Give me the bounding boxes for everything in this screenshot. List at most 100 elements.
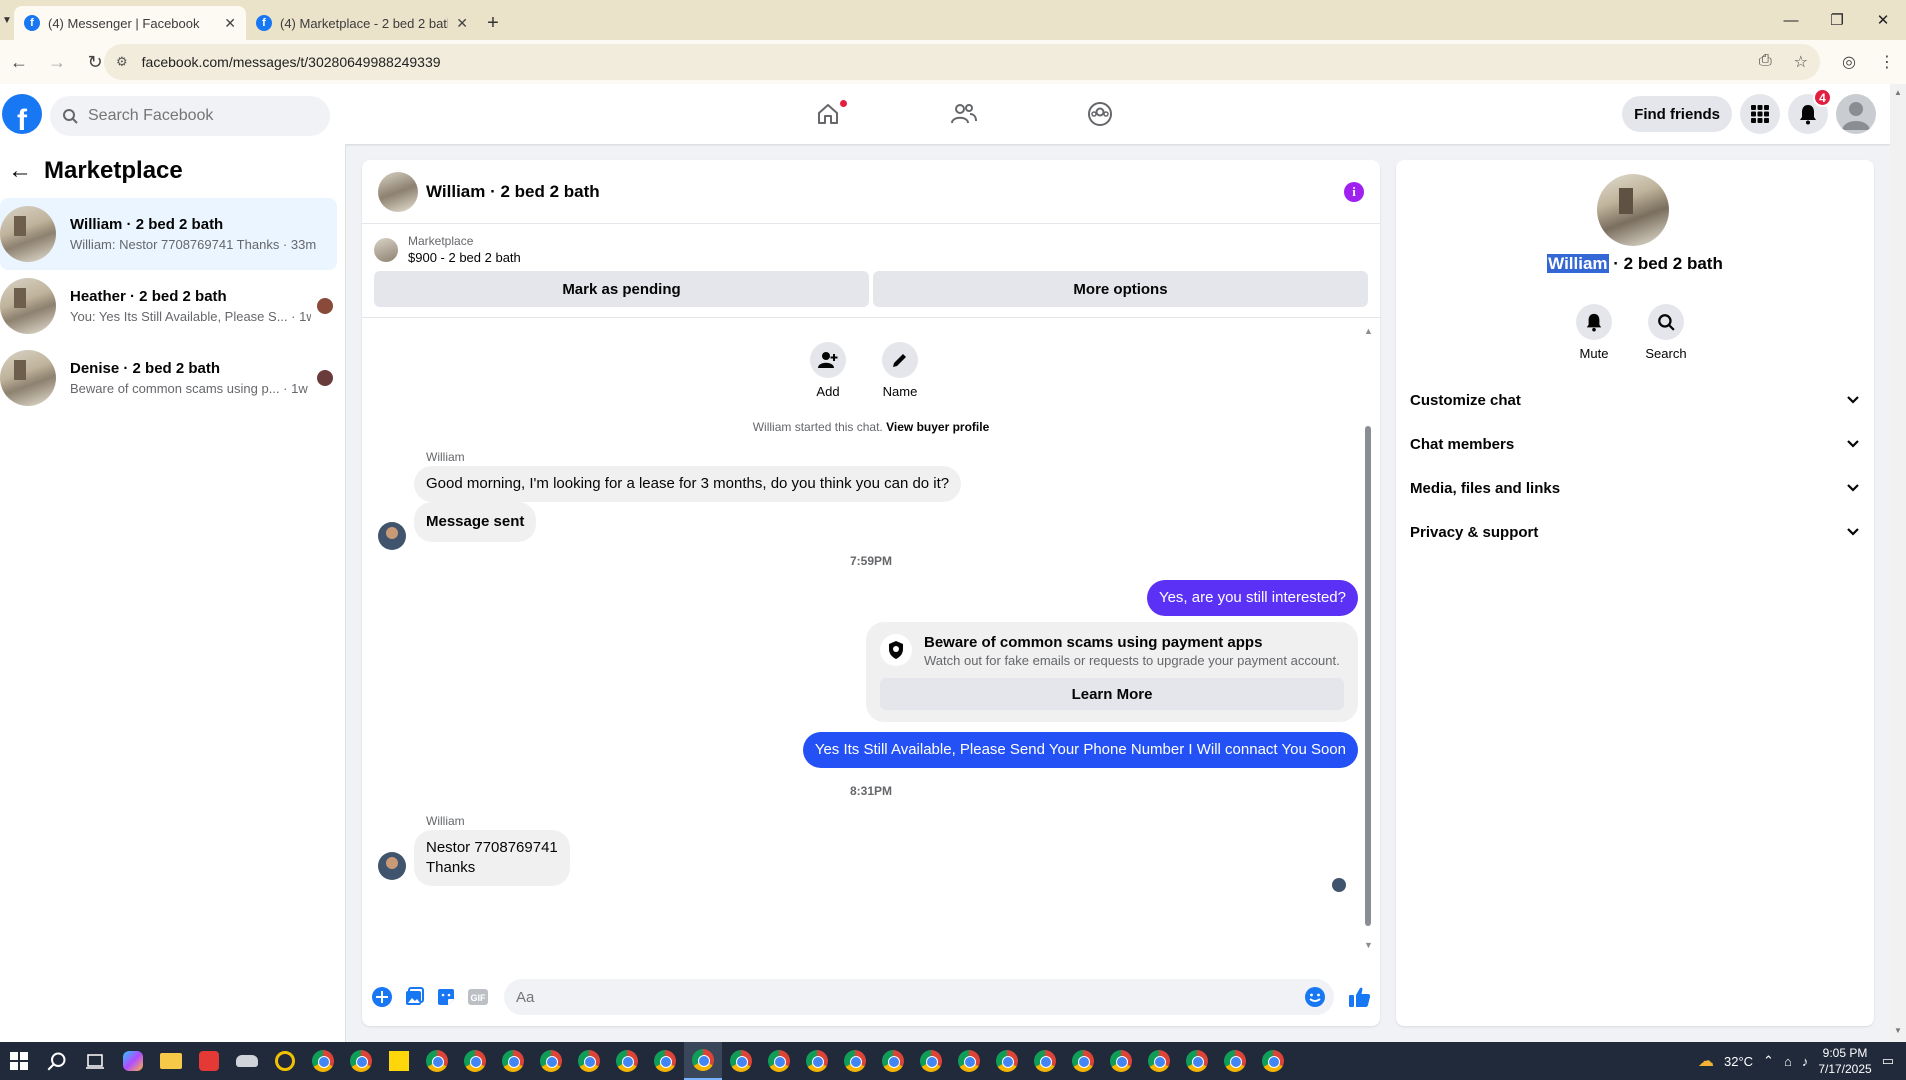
search-input[interactable] <box>88 107 298 125</box>
learn-more-button[interactable]: Learn More <box>880 678 1344 710</box>
file-explorer-app[interactable] <box>152 1042 190 1080</box>
chrome-app[interactable] <box>494 1042 532 1080</box>
back-arrow-icon[interactable]: ← <box>0 43 38 81</box>
task-view-button[interactable] <box>76 1042 114 1080</box>
sticker-button[interactable] <box>434 985 458 1009</box>
chrome-app[interactable] <box>304 1042 342 1080</box>
minimize-icon[interactable]: — <box>1768 0 1814 40</box>
weather-icon[interactable]: ☁ <box>1698 1051 1714 1071</box>
start-button[interactable] <box>0 1042 38 1080</box>
search-in-chat-button[interactable]: Search <box>1642 304 1690 361</box>
chrome-app[interactable] <box>798 1042 836 1080</box>
mark-pending-button[interactable]: Mark as pending <box>374 271 869 307</box>
notifications-button[interactable]: 4 <box>1788 88 1832 134</box>
attach-photo-button[interactable] <box>402 985 426 1009</box>
restore-icon[interactable]: ❐ <box>1814 0 1860 40</box>
site-settings-icon[interactable]: ⚙ <box>116 54 128 70</box>
view-buyer-profile-link[interactable]: View buyer profile <box>886 420 989 434</box>
more-options-button[interactable]: More options <box>873 271 1368 307</box>
home-nav[interactable] <box>760 84 896 144</box>
tab-marketplace[interactable]: f (4) Marketplace - 2 bed 2 bath | ✕ <box>246 6 478 40</box>
chat-title[interactable]: William · 2 bed 2 bath <box>426 182 1344 202</box>
volume-icon[interactable]: ♪ <box>1802 1054 1809 1069</box>
close-window-icon[interactable]: ✕ <box>1860 0 1906 40</box>
chrome-app[interactable] <box>1064 1042 1102 1080</box>
chrome-app[interactable] <box>1140 1042 1178 1080</box>
facebook-logo-icon[interactable]: f <box>2 94 42 134</box>
browser-menu-icon[interactable]: ⋮ <box>1868 52 1906 72</box>
name-chat-button[interactable]: Name <box>876 342 924 399</box>
conversation-item[interactable]: William · 2 bed 2 bath William: Nestor 7… <box>0 198 337 270</box>
more-actions-button[interactable] <box>370 985 394 1009</box>
close-tab-icon[interactable]: ✕ <box>224 15 236 32</box>
chrome-app-active[interactable] <box>684 1042 722 1080</box>
chrome-app[interactable] <box>1102 1042 1140 1080</box>
find-friends-button[interactable]: Find friends <box>1622 96 1732 132</box>
notification-center-icon[interactable]: ▭ <box>1882 1053 1894 1069</box>
account-avatar[interactable] <box>1836 94 1876 134</box>
chrome-app[interactable] <box>342 1042 380 1080</box>
scrollbar-thumb[interactable] <box>1365 426 1371 926</box>
back-arrow-icon[interactable]: ← <box>8 157 32 185</box>
chrome-app[interactable] <box>532 1042 570 1080</box>
tray-overflow-icon[interactable]: ⌃ <box>1763 1053 1774 1069</box>
listing-price[interactable]: $900 - 2 bed 2 bath <box>408 250 521 265</box>
conversation-item[interactable]: Denise · 2 bed 2 bath Beware of common s… <box>0 342 337 414</box>
bookmark-star-icon[interactable]: ☆ <box>1794 52 1808 72</box>
chrome-app[interactable] <box>1178 1042 1216 1080</box>
scroll-down-icon[interactable]: ▼ <box>1364 940 1373 950</box>
page-scrollbar[interactable]: ▲ ▼ <box>1890 84 1906 1042</box>
yellow-app[interactable] <box>266 1042 304 1080</box>
temperature[interactable]: 32°C <box>1724 1054 1753 1069</box>
mute-button[interactable]: Mute <box>1570 304 1618 361</box>
friends-nav[interactable] <box>896 84 1032 144</box>
add-people-button[interactable]: Add <box>804 342 852 399</box>
emoji-icon[interactable] <box>1304 986 1326 1008</box>
chat-scrollbar[interactable]: ▲ ▼ <box>1364 322 1373 952</box>
chrome-app[interactable] <box>988 1042 1026 1080</box>
sender-avatar[interactable] <box>378 522 406 550</box>
outgoing-message[interactable]: Yes, are you still interested? <box>1146 580 1358 616</box>
tab-messenger[interactable]: f (4) Messenger | Facebook ✕ <box>14 6 246 40</box>
chrome-app[interactable] <box>608 1042 646 1080</box>
forward-arrow-icon[interactable]: → <box>38 43 76 81</box>
chrome-app[interactable] <box>1026 1042 1064 1080</box>
clock[interactable]: 9:05 PM 7/17/2025 <box>1818 1045 1871 1077</box>
profile-icon[interactable]: ◎ <box>1830 52 1868 72</box>
groups-nav[interactable] <box>1032 84 1168 144</box>
incoming-message[interactable]: Message sent <box>414 502 537 542</box>
media-files-links-section[interactable]: Media, files and links <box>1410 466 1860 510</box>
chrome-app[interactable] <box>456 1042 494 1080</box>
facebook-search[interactable] <box>50 96 330 136</box>
gif-button[interactable]: GIF <box>466 985 490 1009</box>
info-icon[interactable]: i <box>1344 181 1364 202</box>
scroll-up-icon[interactable]: ▲ <box>1894 88 1902 97</box>
car-app[interactable] <box>228 1042 266 1080</box>
menu-button[interactable] <box>1740 94 1780 134</box>
conversation-item[interactable]: Heather · 2 bed 2 bath You: Yes Its Stil… <box>0 270 337 342</box>
scroll-up-icon[interactable]: ▲ <box>1364 326 1373 336</box>
new-tab-button[interactable]: + <box>478 6 508 40</box>
incoming-message[interactable]: Good morning, I'm looking for a lease fo… <box>414 466 962 502</box>
chrome-app[interactable] <box>760 1042 798 1080</box>
install-app-icon[interactable]: ⎙ <box>1759 52 1772 72</box>
chrome-app[interactable] <box>418 1042 456 1080</box>
chrome-app[interactable] <box>1254 1042 1292 1080</box>
privacy-support-section[interactable]: Privacy & support <box>1410 510 1860 554</box>
scroll-down-icon[interactable]: ▼ <box>1894 1026 1902 1035</box>
chrome-app[interactable] <box>1216 1042 1254 1080</box>
taskbar-search-button[interactable] <box>38 1042 76 1080</box>
url-bar[interactable]: ⚙ facebook.com/messages/t/30280649988249… <box>104 44 1820 80</box>
chrome-app[interactable] <box>950 1042 988 1080</box>
message-input[interactable] <box>516 988 1304 1006</box>
chrome-app[interactable] <box>570 1042 608 1080</box>
tab-search-dropdown-icon[interactable]: ▼ <box>0 0 14 40</box>
chrome-app[interactable] <box>836 1042 874 1080</box>
customize-chat-section[interactable]: Customize chat <box>1410 378 1860 422</box>
chrome-app[interactable] <box>722 1042 760 1080</box>
network-icon[interactable]: ⌂ <box>1784 1054 1792 1069</box>
sender-avatar[interactable] <box>378 852 406 880</box>
chrome-app[interactable] <box>874 1042 912 1080</box>
chat-profile-picture[interactable] <box>1597 174 1669 246</box>
copilot-app[interactable] <box>114 1042 152 1080</box>
